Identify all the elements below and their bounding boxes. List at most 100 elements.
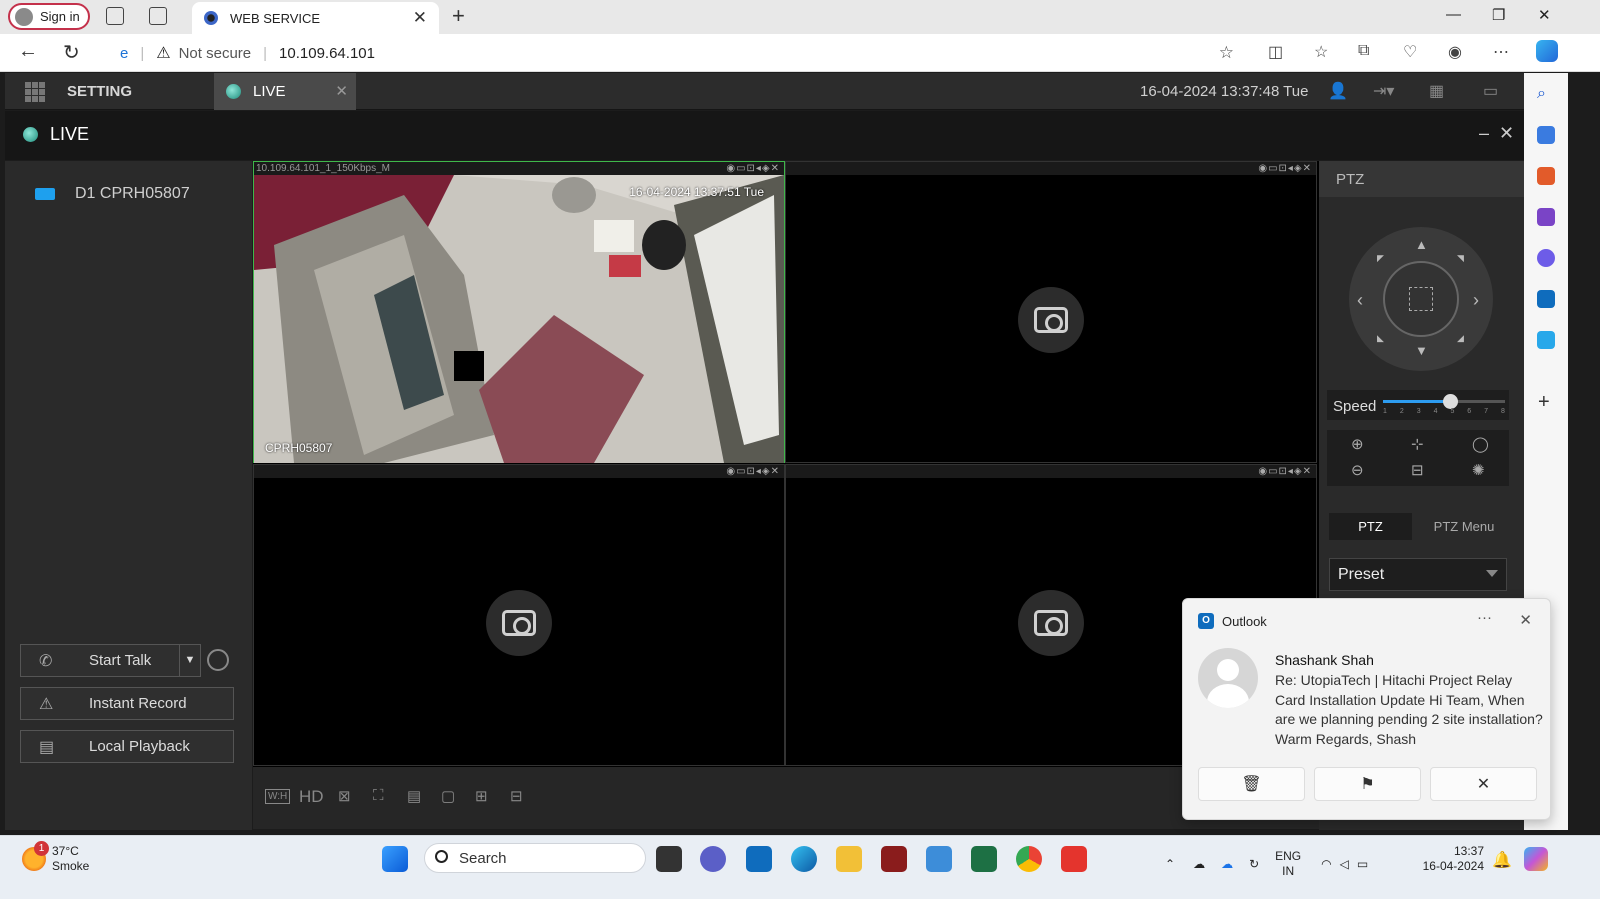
device-list-item[interactable]: D1 CPRH05807 — [35, 185, 190, 203]
weather-widget[interactable]: 1 37°C Smoke — [22, 841, 89, 874]
iris-open-icon[interactable]: ◯ — [1472, 435, 1489, 453]
pane-controls-icon[interactable]: ◉▭⊡◂◈✕ — [1258, 162, 1312, 175]
more-options-icon[interactable]: ··· — [1477, 609, 1492, 626]
new-tab-icon[interactable]: + — [452, 3, 465, 29]
pane-controls-icon[interactable]: ◉▭⊡◂◈✕ — [726, 162, 780, 175]
close-tab-icon[interactable]: ✕ — [413, 8, 427, 28]
close-window-icon[interactable]: ✕ — [1538, 6, 1551, 24]
fullscreen-icon[interactable]: ⛶ — [373, 787, 384, 804]
language-indicator[interactable]: ENG IN — [1275, 849, 1301, 879]
tools-icon[interactable] — [1537, 167, 1555, 185]
browser-essentials-icon[interactable]: ◉ — [1448, 42, 1462, 62]
ptz-joystick[interactable]: ▲ ▼ ‹ › ◤ ◥ ◣ ◢ — [1349, 227, 1493, 371]
ptz-upleft-icon[interactable]: ◤ — [1377, 253, 1384, 264]
workspaces-icon[interactable] — [106, 7, 124, 25]
minimize-icon[interactable]: — — [1446, 6, 1461, 23]
url-field[interactable]: e | ⚠ Not secure | 10.109.64.101 ☆ — [104, 38, 1276, 68]
zoom-in-icon[interactable]: ⊕ — [1351, 435, 1364, 453]
ptz-up-icon[interactable]: ▲ — [1415, 237, 1428, 252]
taskbar-search[interactable]: Search — [424, 843, 646, 873]
clock[interactable]: 13:37 16-04-2024 — [1420, 844, 1484, 874]
close-panel-icon[interactable]: ✕ — [1499, 123, 1514, 144]
restore-icon[interactable]: ❐ — [1492, 6, 1505, 24]
more-options-icon[interactable]: ⋯ — [1493, 42, 1509, 62]
shopping-icon[interactable] — [1537, 126, 1555, 144]
pane-controls-icon[interactable]: ◉▭⊡◂◈✕ — [1258, 465, 1312, 478]
cloud-icon[interactable]: ☁ — [1193, 857, 1205, 871]
flag-button[interactable]: ⚑ — [1314, 767, 1421, 801]
ptz-center-zoom[interactable] — [1383, 261, 1459, 337]
setting-menu[interactable]: SETTING — [25, 73, 132, 110]
ptz-down-icon[interactable]: ▼ — [1415, 343, 1428, 358]
start-icon[interactable] — [382, 846, 408, 872]
onedrive-icon[interactable]: ☁ — [1221, 857, 1233, 871]
app-icon[interactable] — [881, 846, 907, 872]
tab-actions-icon[interactable] — [149, 7, 167, 25]
talk-dropdown-icon[interactable]: ▼ — [179, 644, 201, 677]
outlook-icon[interactable] — [1537, 290, 1555, 308]
extensions-icon[interactable]: ♡ — [1403, 42, 1417, 62]
send-icon[interactable] — [1537, 331, 1555, 349]
preset-select[interactable]: Preset — [1329, 558, 1507, 591]
add-icon[interactable]: + — [1538, 391, 1550, 414]
battery-icon[interactable]: ▭ — [1357, 857, 1368, 871]
talk-status-icon[interactable] — [207, 649, 229, 671]
favorites-icon[interactable]: ☆ — [1314, 42, 1328, 62]
layout-single-icon[interactable]: ▢ — [441, 787, 455, 805]
zoom-out-icon[interactable]: ⊖ — [1351, 461, 1364, 479]
video-pane-2[interactable]: ◉▭⊡◂◈✕ — [785, 161, 1317, 463]
tab-ptz-menu[interactable]: PTZ Menu — [1419, 513, 1509, 540]
close-icon[interactable]: ✕ — [1519, 611, 1532, 629]
copilot-icon[interactable] — [1524, 847, 1548, 871]
outlook-icon[interactable] — [746, 846, 772, 872]
logout-icon[interactable]: ⇥▾ — [1373, 81, 1394, 101]
browser-tab[interactable]: WEB SERVICE ✕ — [192, 2, 439, 34]
wifi-icon[interactable]: ◠ — [1321, 857, 1331, 871]
ptz-upright-icon[interactable]: ◥ — [1457, 253, 1464, 264]
video-pane-3[interactable]: ◉▭⊡◂◈✕ — [253, 464, 785, 766]
dismiss-button[interactable]: ✕ — [1430, 767, 1537, 801]
ptz-downleft-icon[interactable]: ◣ — [1377, 333, 1384, 344]
notification-bell-icon[interactable]: 🔔 — [1492, 850, 1512, 870]
layout-6-icon[interactable]: ⊟ — [510, 787, 523, 805]
local-playback-button[interactable]: ▤ Local Playback — [20, 730, 234, 763]
tab-ptz[interactable]: PTZ — [1329, 513, 1412, 540]
back-icon[interactable]: ← — [18, 40, 38, 63]
hd-button[interactable]: HD — [299, 787, 324, 807]
minimize-panel-icon[interactable]: – — [1479, 123, 1489, 144]
user-icon[interactable]: 👤 — [1328, 81, 1348, 101]
teams-icon[interactable] — [700, 846, 726, 872]
close-tab-icon[interactable]: ✕ — [335, 82, 348, 100]
file-explorer-icon[interactable] — [836, 846, 862, 872]
m365-icon[interactable] — [1537, 249, 1555, 267]
remote-desktop-icon[interactable] — [926, 846, 952, 872]
instant-record-button[interactable]: ⚠ Instant Record — [20, 687, 234, 720]
favorite-star-icon[interactable]: ☆ — [1219, 43, 1234, 63]
tab-live[interactable]: LIVE ✕ — [214, 73, 356, 110]
iris-close-icon[interactable]: ✺ — [1472, 461, 1485, 479]
ie-mode-icon[interactable]: e — [120, 45, 128, 62]
monitor-icon[interactable]: ▭ — [1483, 81, 1498, 101]
delete-button[interactable]: 🗑 — [1198, 767, 1305, 801]
aspect-ratio-button[interactable]: W:H — [265, 789, 291, 804]
chrome-icon[interactable] — [1016, 846, 1042, 872]
start-talk-button[interactable]: ✆ Start Talk — [20, 644, 201, 677]
snapshot-off-icon[interactable]: ⊠ — [338, 787, 351, 805]
anydesk-icon[interactable] — [1061, 846, 1087, 872]
ptz-right-icon[interactable]: › — [1473, 290, 1479, 311]
sync-icon[interactable]: ↻ — [1249, 857, 1259, 871]
search-icon[interactable]: ⌕ — [1537, 85, 1555, 103]
layout-4-icon[interactable]: ⊞ — [475, 787, 488, 805]
collections-icon[interactable]: ⧉ — [1358, 42, 1369, 60]
notification-toast[interactable]: O Outlook ··· ✕ Shashank Shah Re: UtopiaT… — [1182, 598, 1551, 820]
refresh-icon[interactable]: ↻ — [63, 40, 80, 65]
edge-icon[interactable] — [791, 846, 817, 872]
excel-icon[interactable] — [971, 846, 997, 872]
task-view-icon[interactable] — [656, 846, 682, 872]
focus-far-icon[interactable]: ⊟ — [1411, 461, 1424, 479]
sign-in-button[interactable]: Sign in — [8, 3, 90, 30]
ptz-downright-icon[interactable]: ◢ — [1457, 333, 1464, 344]
pane-controls-icon[interactable]: ◉▭⊡◂◈✕ — [726, 465, 780, 478]
video-pane-1[interactable]: 10.109.64.101_1_150Kbps_M ◉▭⊡◂◈✕ 16-04-20… — [253, 161, 785, 463]
chevron-up-icon[interactable]: ⌃ — [1165, 857, 1175, 871]
